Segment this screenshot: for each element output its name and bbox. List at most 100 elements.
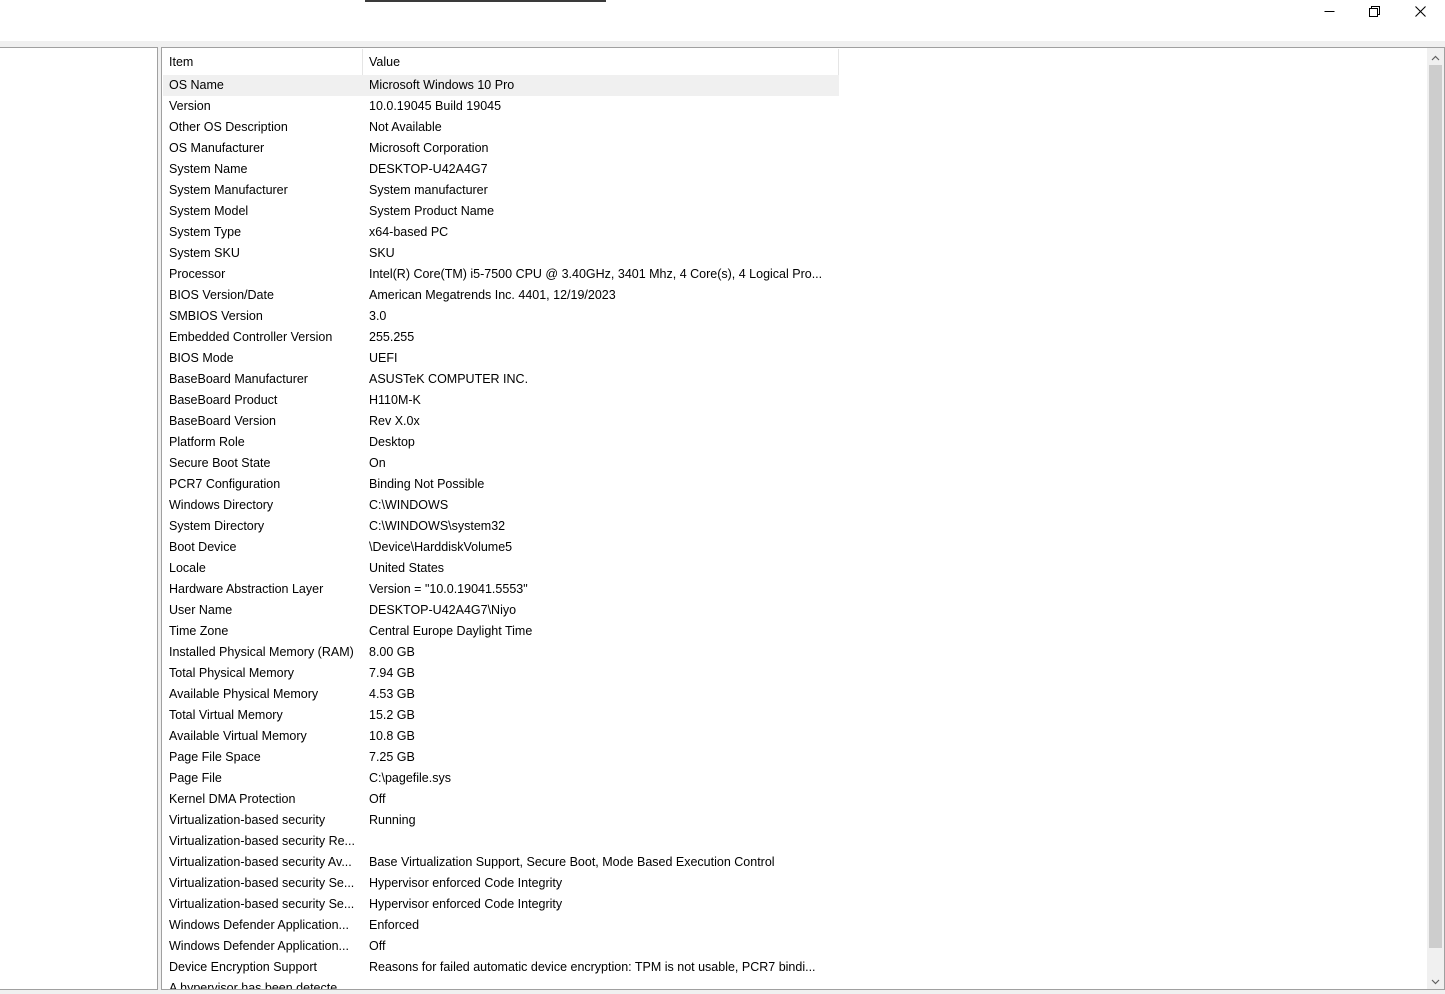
row-value-cell: UEFI — [369, 351, 398, 365]
category-tree-pane[interactable] — [0, 47, 158, 990]
details-list[interactable]: Item Value OS Name Microsoft Windows 10 P… — [163, 49, 1425, 989]
table-row[interactable]: Embedded Controller Version 255.255 — [163, 327, 839, 348]
row-value-cell: Reasons for failed automatic device encr… — [369, 960, 816, 974]
chevron-down-icon — [1431, 974, 1440, 988]
row-item-cell: Platform Role — [169, 435, 245, 449]
row-value-cell: H110M-K — [369, 393, 421, 407]
table-row[interactable]: Virtualization-based security Re... — [163, 831, 839, 852]
table-row[interactable]: BaseBoard Manufacturer ASUSTeK COMPUTER I… — [163, 369, 839, 390]
row-value-cell: Base Virtualization Support, Secure Boot… — [369, 855, 775, 869]
table-row[interactable]: Virtualization-based security Running — [163, 810, 839, 831]
table-row[interactable]: Page File C:\pagefile.sys — [163, 768, 839, 789]
table-row[interactable]: Processor Intel(R) Core(TM) i5-7500 CPU @… — [163, 264, 839, 285]
table-row[interactable]: Platform Role Desktop — [163, 432, 839, 453]
scroll-up-button[interactable] — [1427, 48, 1444, 65]
minimize-button[interactable] — [1306, 0, 1352, 22]
scroll-down-button[interactable] — [1427, 972, 1444, 989]
table-row[interactable]: Secure Boot State On — [163, 453, 839, 474]
table-row[interactable]: System Type x64-based PC — [163, 222, 839, 243]
status-band — [0, 990, 1445, 994]
row-value-cell: American Megatrends Inc. 4401, 12/19/202… — [369, 288, 616, 302]
row-value-cell: \Device\HarddiskVolume5 — [369, 540, 513, 554]
row-item-cell: Total Physical Memory — [169, 666, 295, 680]
table-row[interactable]: System Manufacturer System manufacturer — [163, 180, 839, 201]
row-item-cell: A hypervisor has been detecte... — [169, 981, 348, 989]
row-item-cell: Time Zone — [169, 624, 229, 638]
table-row[interactable]: Windows Defender Application... Off — [163, 936, 839, 957]
table-row[interactable]: BIOS Mode UEFI — [163, 348, 839, 369]
table-row[interactable]: Virtualization-based security Av... Base … — [163, 852, 839, 873]
row-item-cell: OS Manufacturer — [169, 141, 265, 155]
row-value-cell: System manufacturer — [369, 183, 488, 197]
table-row[interactable]: OS Manufacturer Microsoft Corporation — [163, 138, 839, 159]
table-row[interactable]: Available Physical Memory 4.53 GB — [163, 684, 839, 705]
row-item-cell: Installed Physical Memory (RAM) — [169, 645, 354, 659]
table-row[interactable]: Virtualization-based security Se... Hyper… — [163, 894, 839, 915]
row-item-cell: Hardware Abstraction Layer — [169, 582, 324, 596]
table-row[interactable]: User Name DESKTOP-U42A4G7\Niyo — [163, 600, 839, 621]
row-item-cell: Boot Device — [169, 540, 237, 554]
table-row[interactable]: BaseBoard Product H110M-K — [163, 390, 839, 411]
table-row[interactable]: Total Physical Memory 7.94 GB — [163, 663, 839, 684]
row-item-cell: Windows Defender Application... — [169, 939, 349, 953]
column-header-item[interactable]: Item — [163, 49, 363, 75]
row-item-cell: Embedded Controller Version — [169, 330, 333, 344]
row-value-cell: Off — [369, 792, 386, 806]
table-row[interactable]: System Name DESKTOP-U42A4G7 — [163, 159, 839, 180]
row-value-cell: C:\WINDOWS\system32 — [369, 519, 506, 533]
row-item-cell: PCR7 Configuration — [169, 477, 281, 491]
row-value-cell: 4.53 GB — [369, 687, 415, 701]
row-item-cell: Available Physical Memory — [169, 687, 319, 701]
table-row[interactable]: Device Encryption Support Reasons for fai… — [163, 957, 839, 978]
row-value-cell: 7.25 GB — [369, 750, 415, 764]
list-header: Item Value — [163, 49, 839, 75]
table-row[interactable]: Hardware Abstraction Layer Version = "10.… — [163, 579, 839, 600]
table-row[interactable]: Virtualization-based security Se... Hyper… — [163, 873, 839, 894]
table-row[interactable]: PCR7 Configuration Binding Not Possible — [163, 474, 839, 495]
table-row[interactable]: Available Virtual Memory 10.8 GB — [163, 726, 839, 747]
row-item-cell: System Directory — [169, 519, 265, 533]
close-icon — [1414, 5, 1426, 17]
row-value-cell: 8.00 GB — [369, 645, 415, 659]
table-row[interactable]: Other OS Description Not Available — [163, 117, 839, 138]
column-header-value[interactable]: Value — [363, 49, 839, 75]
row-value-cell: C:\pagefile.sys — [369, 771, 451, 785]
table-row[interactable]: Locale United States — [163, 558, 839, 579]
table-row[interactable]: Kernel DMA Protection Off — [163, 789, 839, 810]
table-row[interactable]: System Model System Product Name — [163, 201, 839, 222]
restore-button[interactable] — [1351, 0, 1397, 22]
close-button[interactable] — [1397, 0, 1443, 22]
row-value-cell: ASUSTeK COMPUTER INC. — [369, 372, 529, 386]
row-item-cell: Windows Defender Application... — [169, 918, 349, 932]
row-item-cell: Page File Space — [169, 750, 261, 764]
row-value-cell: 10.8 GB — [369, 729, 415, 743]
table-row[interactable]: Time Zone Central Europe Daylight Time — [163, 621, 839, 642]
table-row[interactable]: Installed Physical Memory (RAM) 8.00 GB — [163, 642, 839, 663]
row-item-cell: System SKU — [169, 246, 240, 260]
row-item-cell: Version — [169, 99, 211, 113]
table-row[interactable]: Boot Device \Device\HarddiskVolume5 — [163, 537, 839, 558]
row-item-cell: BaseBoard Manufacturer — [169, 372, 308, 386]
table-row[interactable]: Windows Directory C:\WINDOWS — [163, 495, 839, 516]
scrollbar-thumb[interactable] — [1429, 65, 1442, 948]
table-row[interactable]: BaseBoard Version Rev X.0x — [163, 411, 839, 432]
row-value-cell: DESKTOP-U42A4G7 — [369, 162, 488, 176]
row-item-cell: Virtualization-based security Se... — [169, 876, 355, 890]
table-row[interactable]: System Directory C:\WINDOWS\system32 — [163, 516, 839, 537]
row-item-cell: SMBIOS Version — [169, 309, 263, 323]
vertical-scrollbar[interactable] — [1427, 48, 1444, 989]
table-row[interactable]: System SKU SKU — [163, 243, 839, 264]
table-row[interactable]: OS Name Microsoft Windows 10 Pro — [163, 75, 839, 96]
table-row[interactable]: Page File Space 7.25 GB — [163, 747, 839, 768]
table-row[interactable]: Version 10.0.19045 Build 19045 — [163, 96, 839, 117]
row-item-cell: Virtualization-based security — [169, 813, 326, 827]
row-item-cell: Processor — [169, 267, 226, 281]
table-row[interactable]: Windows Defender Application... Enforced — [163, 915, 839, 936]
table-row[interactable]: SMBIOS Version 3.0 — [163, 306, 839, 327]
table-row[interactable]: A hypervisor has been detecte... — [163, 978, 839, 989]
row-value-cell: Desktop — [369, 435, 415, 449]
row-value-cell: Off — [369, 939, 386, 953]
table-row[interactable]: Total Virtual Memory 15.2 GB — [163, 705, 839, 726]
row-item-cell: Page File — [169, 771, 222, 785]
table-row[interactable]: BIOS Version/Date American Megatrends Inc… — [163, 285, 839, 306]
